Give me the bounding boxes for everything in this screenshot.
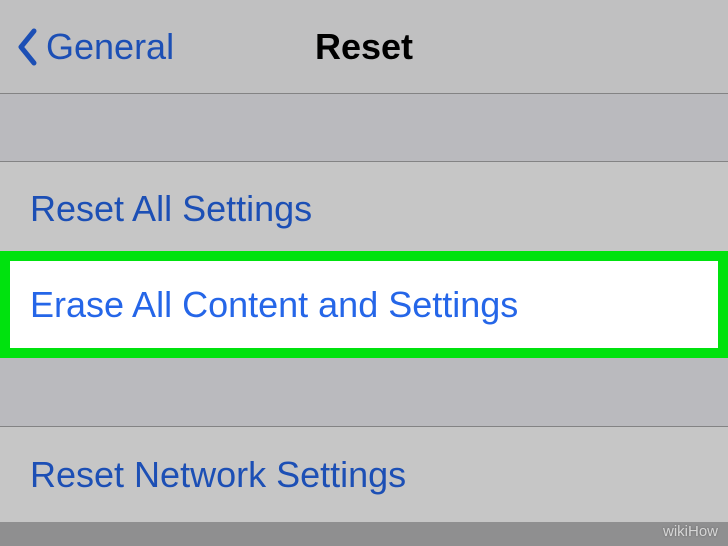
watermark: wikiHow — [663, 523, 718, 540]
erase-all-content-row[interactable]: Erase All Content and Settings — [0, 257, 728, 352]
section-spacer — [0, 352, 728, 427]
chevron-left-icon — [16, 28, 38, 66]
back-label: General — [46, 26, 174, 68]
reset-all-settings-row[interactable]: Reset All Settings — [0, 162, 728, 257]
highlighted-row-container: Erase All Content and Settings — [0, 257, 728, 352]
row-label: Reset All Settings — [30, 188, 312, 230]
back-button[interactable]: General — [16, 26, 174, 68]
navigation-bar: General Reset — [0, 0, 728, 94]
row-label: Reset Network Settings — [30, 454, 406, 496]
reset-network-settings-row[interactable]: Reset Network Settings — [0, 427, 728, 522]
page-title: Reset — [315, 26, 413, 68]
row-label: Erase All Content and Settings — [30, 284, 518, 326]
section-spacer — [0, 94, 728, 162]
